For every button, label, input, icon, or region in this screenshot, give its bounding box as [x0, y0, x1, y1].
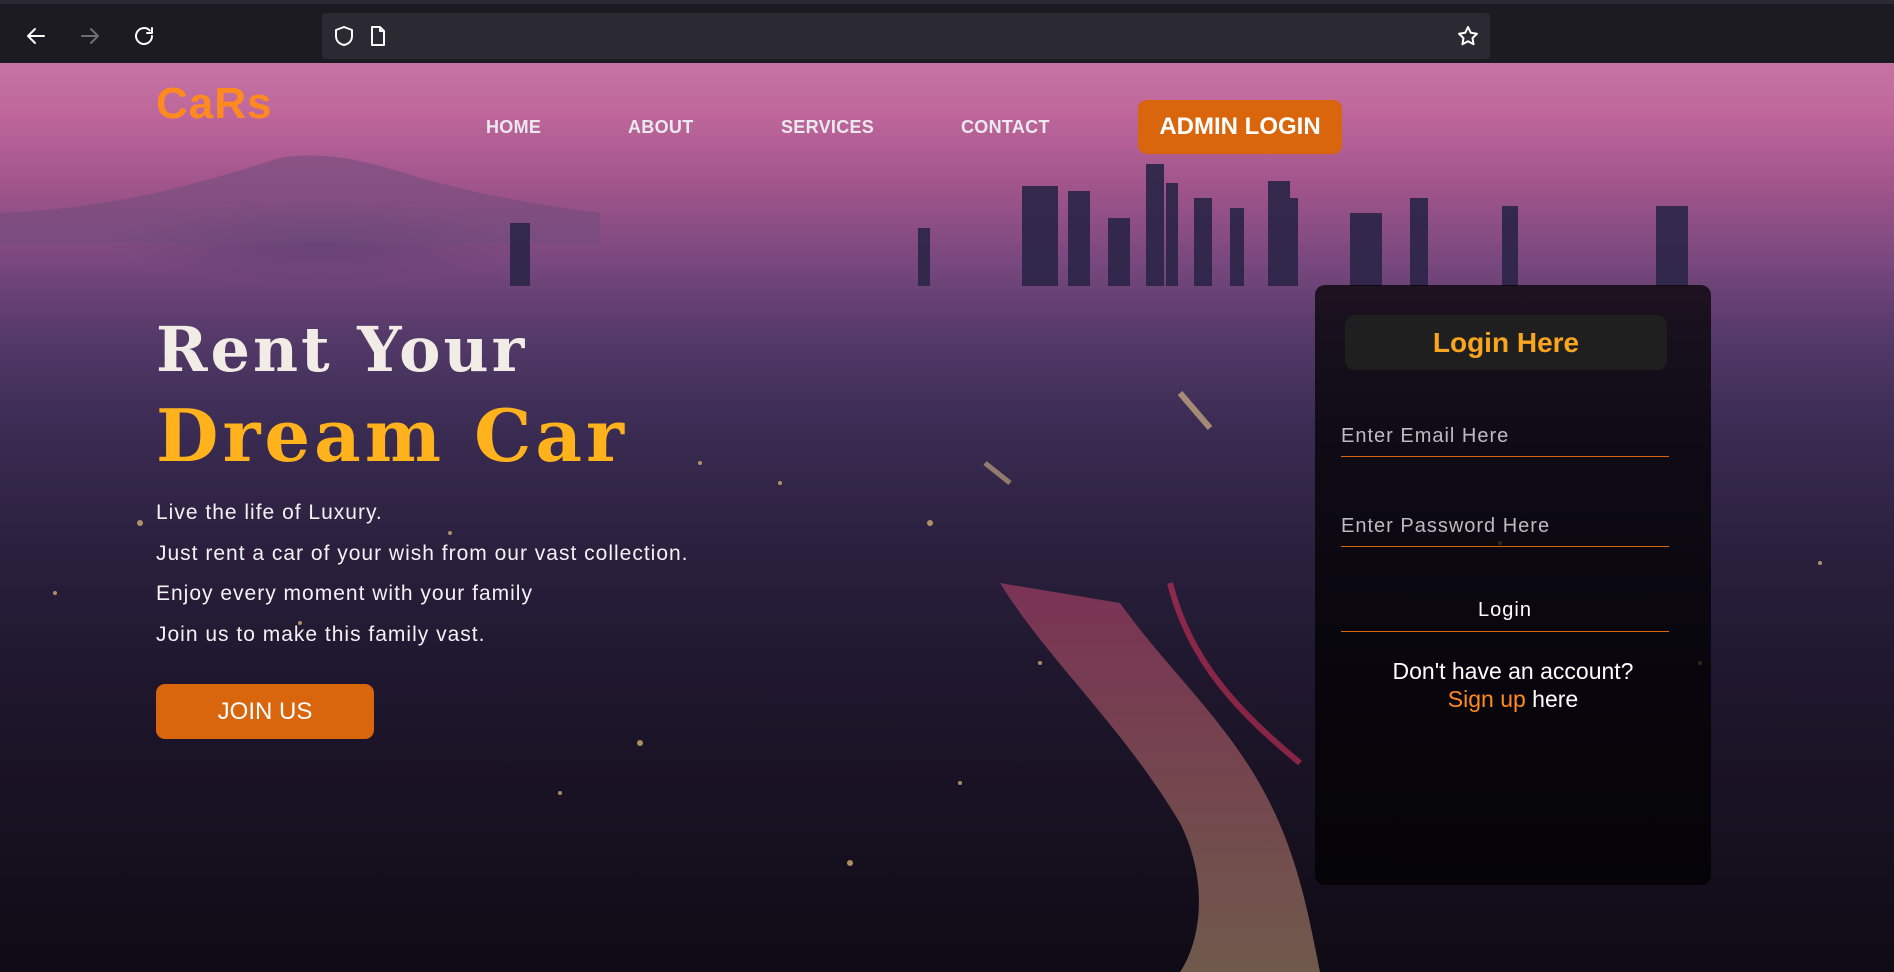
- landing-page: CaRs HOME ABOUT SERVICES CONTACT ADMIN L…: [0, 63, 1894, 972]
- signup-prefix: Don't have an account?: [1392, 658, 1634, 684]
- signup-prompt: Don't have an account? Sign up here: [1315, 657, 1711, 713]
- nav-services[interactable]: SERVICES: [781, 117, 874, 138]
- back-button[interactable]: [18, 18, 54, 54]
- reload-button[interactable]: [126, 18, 162, 54]
- signup-link[interactable]: Sign up: [1448, 686, 1526, 712]
- login-button[interactable]: Login: [1341, 590, 1669, 632]
- forward-button[interactable]: [72, 18, 108, 54]
- shield-icon[interactable]: [332, 24, 356, 48]
- hero-line: Just rent a car of your wish from our va…: [156, 541, 689, 565]
- arrow-left-icon: [27, 28, 45, 44]
- login-card-title: Login Here: [1345, 315, 1667, 370]
- join-us-button[interactable]: JOIN US: [156, 684, 374, 739]
- page-icon[interactable]: [366, 24, 390, 48]
- hero-line: Enjoy every moment with your family: [156, 582, 533, 605]
- hero-line: Live the life of Luxury.: [156, 501, 383, 524]
- email-field[interactable]: [1341, 417, 1669, 457]
- hero-title-line2: Dream Car: [156, 393, 628, 478]
- login-card: Login Here Login Don't have an account? …: [1315, 285, 1711, 885]
- hero-line: Join us to make this family vast.: [156, 622, 486, 646]
- star-icon[interactable]: [1456, 24, 1480, 48]
- hero-description: Live the life of Luxury. Just rent a car…: [156, 493, 689, 655]
- reload-icon: [135, 27, 153, 45]
- signup-suffix: here: [1525, 686, 1579, 712]
- browser-toolbar: [0, 0, 1894, 63]
- nav-about[interactable]: ABOUT: [628, 117, 694, 138]
- arrow-right-icon: [81, 28, 99, 44]
- hero-title-line1: Rent Your: [156, 313, 528, 386]
- password-field[interactable]: [1341, 507, 1669, 547]
- url-bar[interactable]: [322, 13, 1490, 59]
- nav-contact[interactable]: CONTACT: [961, 117, 1050, 138]
- admin-login-button[interactable]: ADMIN LOGIN: [1138, 100, 1342, 154]
- nav-home[interactable]: HOME: [486, 117, 541, 138]
- site-logo[interactable]: CaRs: [156, 79, 273, 129]
